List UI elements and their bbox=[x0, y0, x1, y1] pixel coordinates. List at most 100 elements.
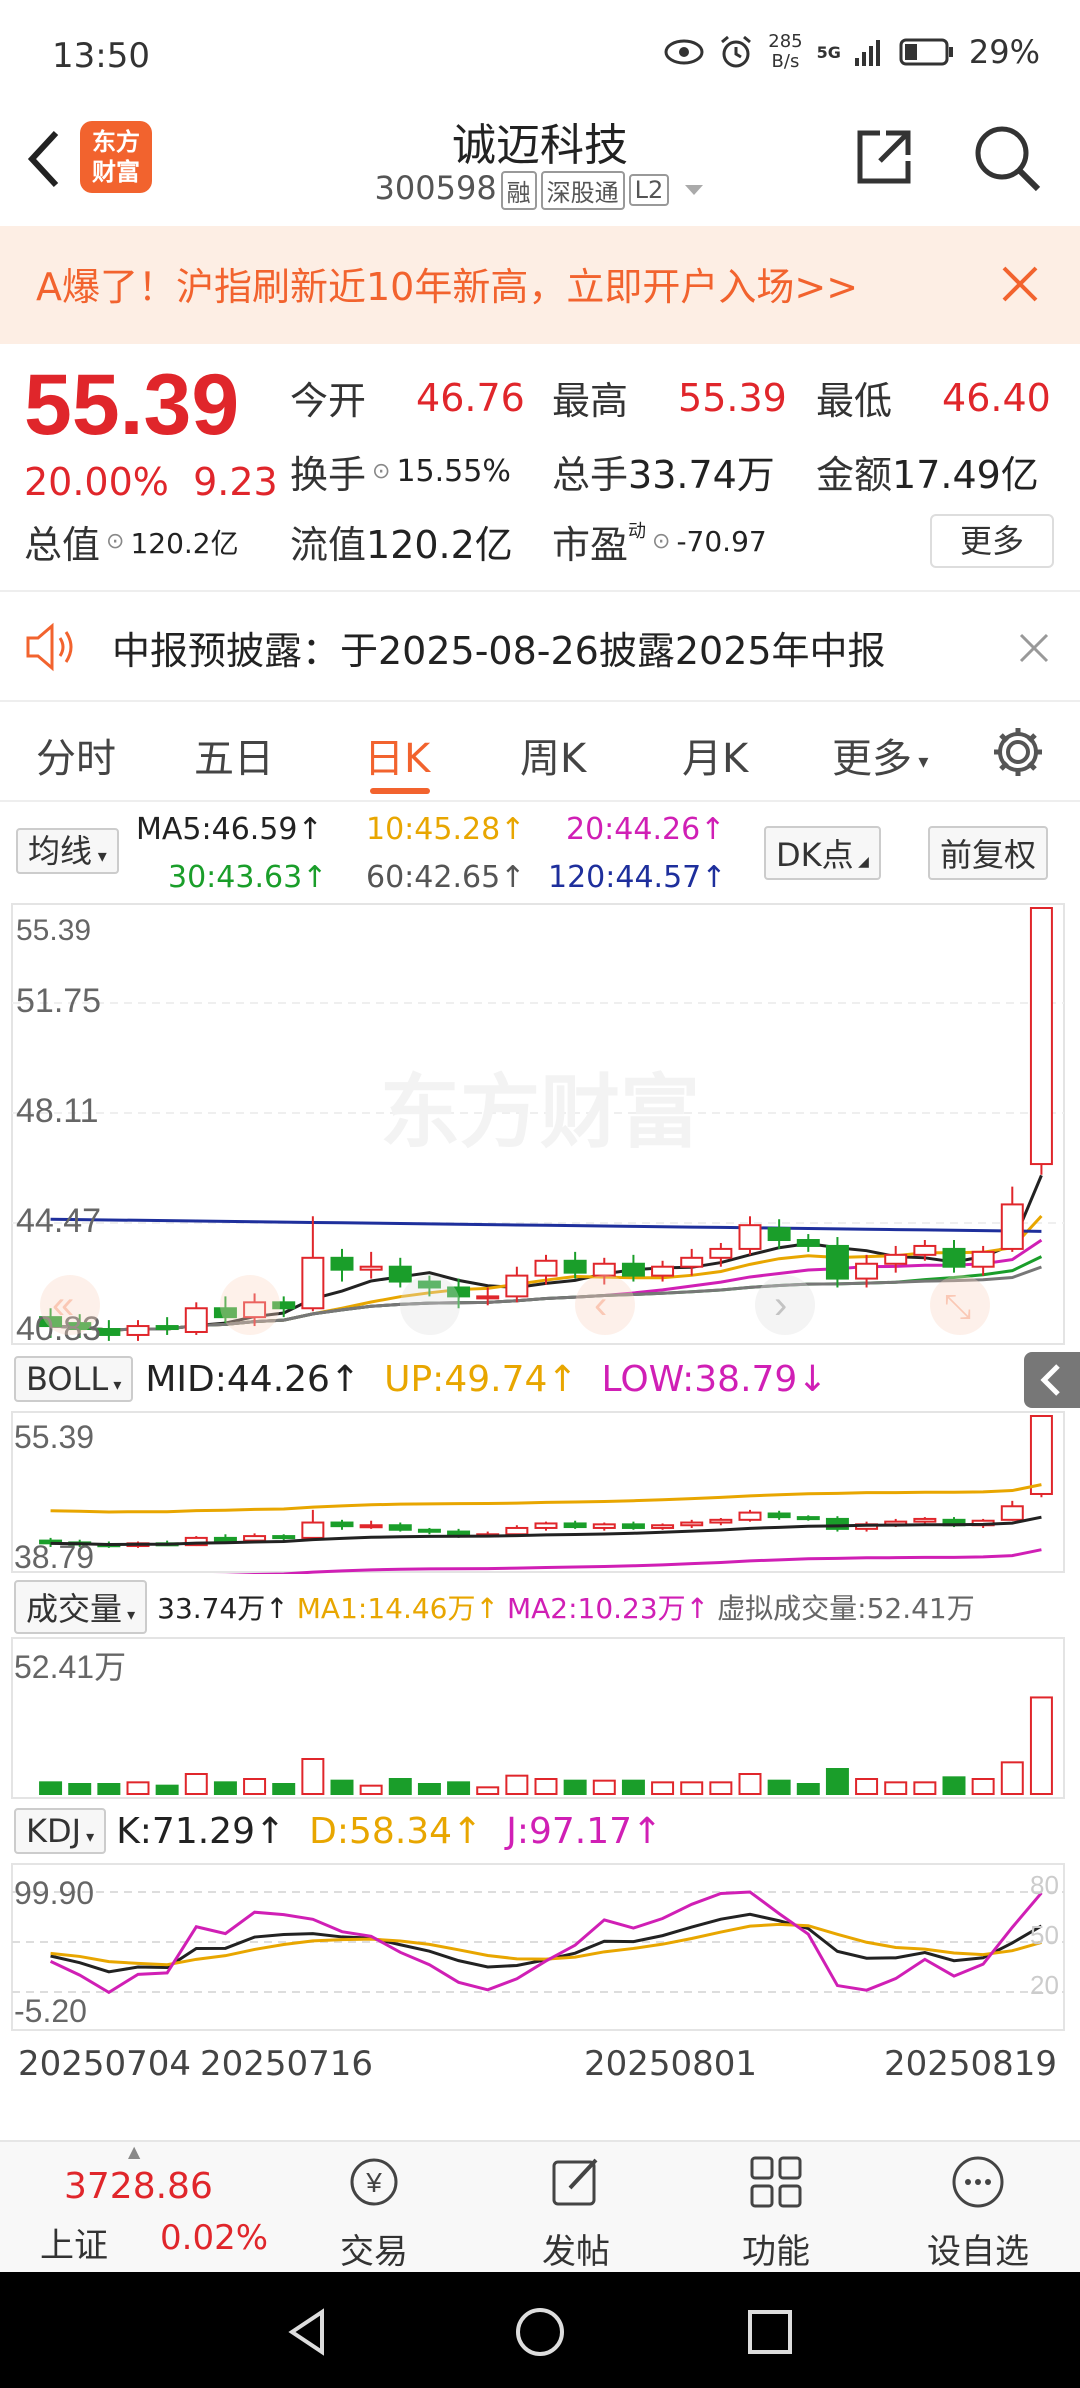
nav-post[interactable]: 发帖 bbox=[496, 2150, 656, 2273]
boll-selector[interactable]: BOLL ▾ bbox=[14, 1356, 134, 1402]
recent-apps-icon[interactable] bbox=[744, 2306, 796, 2358]
candle bbox=[301, 1216, 325, 1312]
boll-candle bbox=[796, 1515, 820, 1521]
speaker-icon bbox=[26, 622, 73, 672]
collapse-panel-button[interactable] bbox=[1024, 1352, 1080, 1408]
candle bbox=[505, 1266, 529, 1303]
candle bbox=[884, 1245, 908, 1273]
volume-bar bbox=[272, 1783, 296, 1795]
network-type: 5G bbox=[816, 42, 841, 62]
kdj-chart[interactable]: 99.90 -5.20 80 50 20 bbox=[0, 1862, 1080, 2032]
info-icon[interactable]: ⊙ bbox=[652, 529, 670, 554]
battery-percent: 29% bbox=[968, 33, 1040, 71]
chevron-right-icon[interactable]: › bbox=[774, 1283, 787, 1327]
volume-selector[interactable]: 成交量 ▾ bbox=[14, 1580, 148, 1634]
battery-icon bbox=[899, 38, 953, 66]
axis-label: 50 bbox=[1030, 1920, 1059, 1950]
candle bbox=[942, 1240, 966, 1273]
share-icon[interactable] bbox=[852, 125, 916, 189]
ma5-value: MA5:46.59↑ bbox=[136, 812, 323, 847]
status-time: 13:50 bbox=[52, 36, 150, 76]
info-icon[interactable]: ⊙ bbox=[106, 529, 124, 554]
search-icon[interactable] bbox=[972, 123, 1044, 195]
tab-daily-k[interactable]: 日K bbox=[364, 726, 430, 784]
candle bbox=[388, 1257, 412, 1288]
open-label: 今开 bbox=[290, 379, 367, 423]
volume-bar bbox=[359, 1784, 383, 1796]
virtual-volume: 虚拟成交量:52.41万 bbox=[717, 1592, 975, 1625]
svg-text:¥: ¥ bbox=[365, 2167, 382, 2198]
promo-banner[interactable]: A爆了！沪指刷新近10年新高，立即开户入场>> bbox=[0, 226, 1080, 344]
dk-point-button[interactable]: DK点 ◢ bbox=[764, 826, 881, 880]
volume-bar bbox=[884, 1781, 908, 1795]
volume-row: 总手 33.74万 bbox=[552, 444, 775, 499]
volume-bar bbox=[796, 1783, 820, 1795]
candle bbox=[126, 1320, 150, 1341]
ma-selector[interactable]: 均线 ▾ bbox=[16, 826, 119, 874]
adjust-button[interactable]: 前复权 bbox=[928, 826, 1049, 880]
notice-bar[interactable]: 中报预披露：于2025-08-26披露2025年中报 bbox=[0, 592, 1080, 702]
nav-function[interactable]: 功能 bbox=[696, 2150, 856, 2273]
index-ticker[interactable]: ▲ 3728.86 上证 0.02% bbox=[0, 2142, 270, 2272]
nav-trade[interactable]: ¥ 交易 bbox=[294, 2150, 454, 2273]
low-label: 最低 bbox=[816, 379, 893, 423]
volume-svg: 52.41万 bbox=[11, 1637, 1065, 1799]
tab-monthly-k[interactable]: 月K bbox=[682, 726, 748, 784]
volume-bar bbox=[738, 1773, 762, 1795]
volume-label: 总手 bbox=[552, 453, 629, 497]
boll-legend: BOLL ▾ MID:44.26↑ UP:49.74↑ LOW:38.79↓ bbox=[14, 1352, 828, 1406]
more-dots-icon bbox=[952, 2156, 1004, 2208]
gear-icon[interactable] bbox=[990, 724, 1046, 780]
kdj-k: K:71.29↑ bbox=[116, 1810, 286, 1852]
boll-line bbox=[50, 1483, 1042, 1514]
tab-five-day[interactable]: 五日 bbox=[194, 726, 274, 784]
tab-more[interactable]: 更多 ▾ bbox=[832, 726, 928, 784]
more-button[interactable]: 更多 bbox=[930, 514, 1054, 568]
boll-chart[interactable]: 55.39 38.79 bbox=[0, 1410, 1080, 1579]
close-icon[interactable] bbox=[1018, 632, 1050, 664]
kdj-j: J:97.17↑ bbox=[506, 1810, 663, 1852]
volume-chart[interactable]: 52.41万 bbox=[0, 1636, 1080, 1800]
boll-candle bbox=[738, 1509, 762, 1522]
mcap-label: 总值 bbox=[24, 523, 101, 567]
notice-text[interactable]: 中报预披露：于2025-08-26披露2025年中报 bbox=[112, 620, 886, 675]
kdj-selector[interactable]: KDJ ▾ bbox=[14, 1808, 107, 1854]
candle bbox=[1000, 1186, 1024, 1252]
axis-label: 55.39 bbox=[16, 914, 91, 947]
home-circle-icon[interactable] bbox=[514, 2306, 566, 2358]
volume-ma2: MA2:10.23万↑ bbox=[506, 1592, 710, 1625]
axis-label: 99.90 bbox=[14, 1875, 94, 1911]
rewind-icon[interactable]: « bbox=[52, 1283, 74, 1327]
chevron-left-icon[interactable]: ‹ bbox=[594, 1283, 607, 1327]
volume-bar bbox=[301, 1758, 325, 1795]
boll-candle bbox=[825, 1516, 849, 1532]
tab-intraday[interactable]: 分时 bbox=[36, 726, 116, 784]
volume-bar bbox=[825, 1768, 849, 1795]
index-pct: 0.02% bbox=[160, 2218, 269, 2258]
volume-bar bbox=[971, 1778, 995, 1795]
close-icon[interactable] bbox=[1000, 264, 1040, 304]
turnover-row: 换手 ⊙ 15.55% bbox=[290, 444, 511, 499]
status-bar: 13:50 285 B/s 5G 29% bbox=[0, 0, 1080, 110]
tag-l2: L2 bbox=[628, 174, 670, 206]
pe-superscript: 动 bbox=[628, 520, 647, 542]
kline-svg: 东方财富 55.39 51.75 48.11 44.47 40.83 « ‹ ›… bbox=[11, 903, 1065, 1348]
date-label: 20250716 bbox=[200, 2044, 374, 2084]
candle bbox=[184, 1302, 208, 1335]
dropdown-triangle-icon[interactable] bbox=[683, 182, 705, 198]
ma-lines bbox=[50, 1174, 1043, 1332]
divider bbox=[0, 700, 1080, 702]
volume-legend: 成交量 ▾ 33.74万↑ MA1:14.46万↑ MA2:10.23万↑ 虚拟… bbox=[14, 1580, 975, 1634]
expand-icon[interactable]: ⤡ bbox=[944, 1288, 971, 1326]
tab-weekly-k[interactable]: 周K bbox=[520, 726, 586, 784]
chevron-left-icon[interactable] bbox=[1024, 1352, 1080, 1408]
nav-add-watchlist[interactable]: 设自选 bbox=[898, 2150, 1058, 2273]
stock-header: 东方 财富 诚迈科技 300598 融深股通 L2 bbox=[0, 105, 1080, 223]
eye-icon bbox=[664, 39, 704, 65]
promo-text[interactable]: A爆了！沪指刷新近10年新高，立即开户入场>> bbox=[36, 256, 858, 311]
volume-bar bbox=[592, 1779, 616, 1796]
back-triangle-icon[interactable] bbox=[282, 2306, 334, 2358]
axis-label: -5.20 bbox=[14, 1993, 87, 2029]
info-icon[interactable]: ⊙ bbox=[372, 459, 390, 484]
kline-chart[interactable]: 东方财富 55.39 51.75 48.11 44.47 40.83 « ‹ ›… bbox=[0, 900, 1080, 1350]
